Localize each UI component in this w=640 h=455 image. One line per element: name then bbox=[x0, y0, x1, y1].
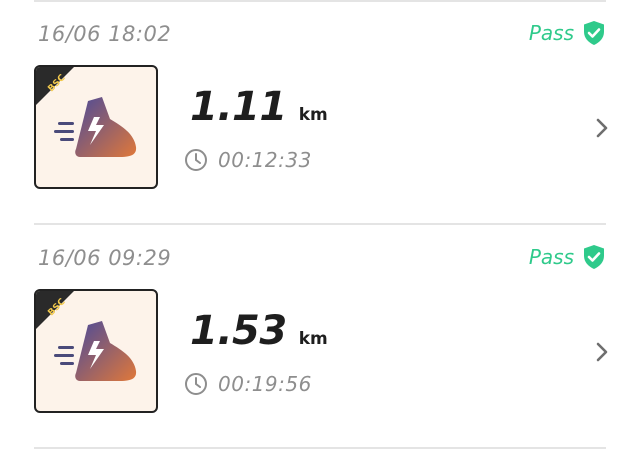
distance-unit: km bbox=[298, 329, 328, 349]
distance-value: 1.11 bbox=[190, 84, 287, 130]
clock-icon bbox=[185, 149, 207, 171]
status-text: Pass bbox=[528, 21, 574, 45]
chevron-right-icon[interactable] bbox=[594, 117, 610, 139]
duration: 00:12:33 bbox=[184, 148, 312, 172]
activity-timestamp: 16/06 09:29 bbox=[38, 246, 172, 270]
status-badge: Pass bbox=[529, 244, 606, 270]
shield-check-icon bbox=[584, 245, 604, 269]
duration-value: 00:12:33 bbox=[218, 148, 312, 172]
chevron-right-icon[interactable] bbox=[594, 341, 610, 363]
duration: 00:19:56 bbox=[184, 372, 312, 396]
distance-unit: km bbox=[298, 105, 328, 125]
activity-timestamp: 16/06 18:02 bbox=[38, 22, 172, 46]
divider bbox=[34, 223, 606, 225]
distance: 1.53 km bbox=[190, 308, 328, 354]
status-text: Pass bbox=[528, 245, 574, 269]
activity-row[interactable]: 16/06 18:02 Pass BSC 1.11 km 00:12:33 bbox=[0, 2, 640, 226]
running-shoe-icon: BSC bbox=[36, 291, 137, 381]
running-shoe-icon: BSC bbox=[36, 67, 137, 157]
activity-thumbnail: BSC bbox=[34, 65, 158, 189]
activity-row[interactable]: 16/06 09:29 Pass BSC 1.53 km 00:19:56 bbox=[0, 226, 640, 450]
shield-check-icon bbox=[584, 21, 604, 45]
distance-value: 1.53 bbox=[190, 308, 287, 354]
activity-list: 16/06 18:02 Pass BSC 1.11 km 00:12:33 16… bbox=[0, 0, 640, 455]
activity-thumbnail: BSC bbox=[34, 289, 158, 413]
clock-icon bbox=[185, 373, 207, 395]
divider bbox=[34, 447, 606, 449]
duration-value: 00:19:56 bbox=[218, 372, 312, 396]
distance: 1.11 km bbox=[190, 84, 328, 130]
status-badge: Pass bbox=[529, 20, 606, 46]
